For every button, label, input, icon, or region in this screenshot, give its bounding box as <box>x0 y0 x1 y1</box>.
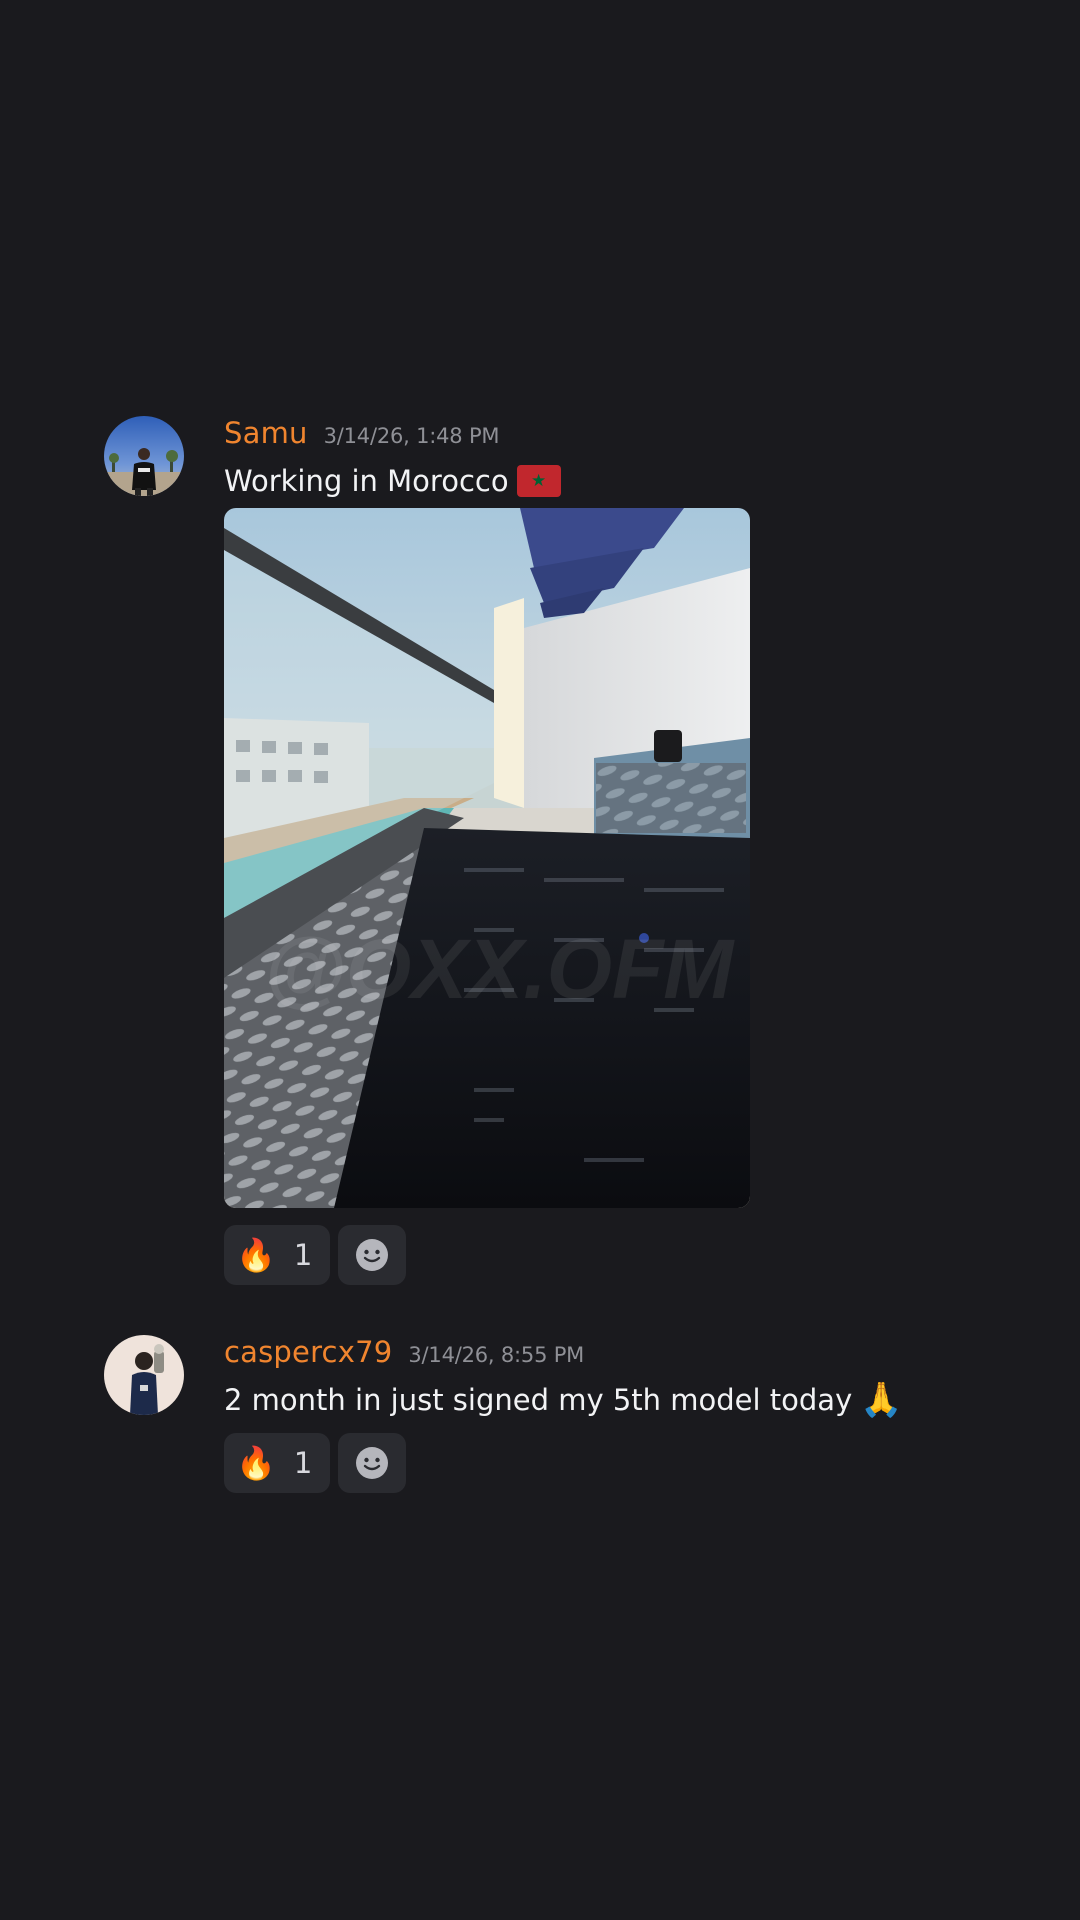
smiley-face-icon <box>356 1447 389 1479</box>
watermark: @OXX.OFM <box>264 922 735 1016</box>
message-content: caspercx79 3/14/26, 8:55 PM 2 month in j… <box>224 1335 1040 1493</box>
fire-emoji-icon: 🔥 <box>236 1236 276 1274</box>
message-header: caspercx79 3/14/26, 8:55 PM <box>224 1335 1040 1375</box>
smiley-face-icon <box>356 1239 389 1271</box>
folded-hands-emoji-icon: 🙏 <box>860 1380 903 1420</box>
username[interactable]: Samu <box>224 416 308 450</box>
message-content: Samu 3/14/26, 1:48 PM Working in Morocco… <box>224 416 1040 1285</box>
avatar[interactable] <box>104 416 184 496</box>
timestamp: 3/14/26, 1:48 PM <box>323 424 500 448</box>
timestamp: 3/14/26, 8:55 PM <box>408 1343 585 1367</box>
reaction-fire[interactable]: 🔥 1 <box>224 1225 331 1285</box>
image-attachment[interactable]: @OXX.OFM <box>224 508 750 1208</box>
add-reaction-button[interactable] <box>338 1225 407 1285</box>
avatar[interactable] <box>104 1335 184 1415</box>
message-2: caspercx79 3/14/26, 8:55 PM 2 month in j… <box>0 1335 1080 1495</box>
morocco-flag-icon: ★ <box>516 465 561 497</box>
message-header: Samu 3/14/26, 1:48 PM <box>224 416 1040 456</box>
message-body: Working in Morocco <box>224 464 509 498</box>
reactions-bar: 🔥 1 <box>224 1225 1040 1285</box>
reaction-fire[interactable]: 🔥 1 <box>224 1433 331 1493</box>
message-1: Samu 3/14/26, 1:48 PM Working in Morocco… <box>0 416 1080 1286</box>
message-text: Working in Morocco ★ <box>224 460 1040 502</box>
chat-view: Samu 3/14/26, 1:48 PM Working in Morocco… <box>0 0 1080 1920</box>
username[interactable]: caspercx79 <box>224 1335 392 1369</box>
add-reaction-button[interactable] <box>338 1433 407 1493</box>
reaction-count: 1 <box>293 1238 313 1272</box>
fire-emoji-icon: 🔥 <box>236 1444 276 1482</box>
message-body: 2 month in just signed my 5th model toda… <box>224 1383 853 1417</box>
reaction-count: 1 <box>293 1446 313 1480</box>
message-text: 2 month in just signed my 5th model toda… <box>224 1379 1040 1421</box>
reactions-bar: 🔥 1 <box>224 1433 1040 1493</box>
